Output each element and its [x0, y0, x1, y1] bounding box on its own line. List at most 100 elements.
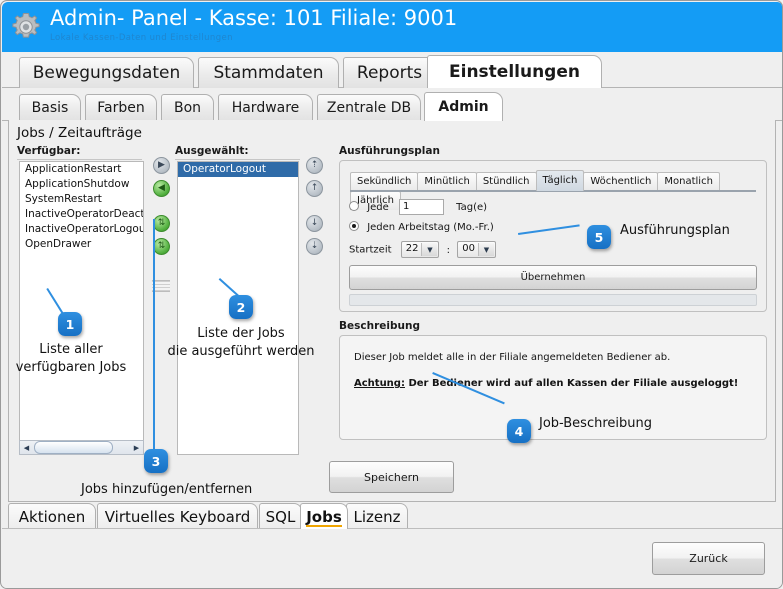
move-all-right-button[interactable]: ⇅: [153, 215, 170, 232]
active-tab-underline: [306, 525, 342, 527]
list-item[interactable]: OperatorLogout: [178, 162, 298, 177]
page-title: Jobs / Zeitaufträge: [17, 125, 142, 141]
tab-label: Lizenz: [353, 507, 401, 526]
app-title: Admin- Panel - Kasse: 101 Filiale: 9001: [50, 6, 458, 30]
gear-icon: [2, 2, 50, 52]
admin-panel-window: Admin- Panel - Kasse: 101 Filiale: 9001 …: [0, 0, 783, 589]
move-all-left-button[interactable]: ⇅: [153, 238, 170, 255]
move-left-button[interactable]: ◀: [153, 180, 170, 197]
callout-2-line-2: die ausgeführt werden: [167, 344, 315, 359]
list-item[interactable]: ApplicationRestart: [20, 162, 143, 177]
list-item[interactable]: SystemRestart: [20, 192, 143, 207]
move-down-button[interactable]: ↓: [306, 215, 323, 232]
callout-4: 4: [507, 419, 531, 443]
every-n-days-unit: Tag(e): [456, 202, 488, 213]
scroll-right-icon[interactable]: ▶: [130, 441, 143, 454]
tab-label: Hardware: [231, 100, 300, 116]
move-right-button[interactable]: ▶: [153, 157, 170, 174]
schedule-group-title: Ausführungsplan: [339, 145, 440, 157]
app-subtitle: Lokale Kassen-Daten und Einstellungen: [50, 33, 233, 43]
bottom-tab-virtuelles-keyboard[interactable]: Virtuelles Keyboard: [97, 503, 258, 529]
callout-3: 3: [144, 449, 168, 473]
tab-label: Admin: [438, 99, 489, 115]
list-item[interactable]: OpenDrawer: [20, 237, 143, 252]
time-separator: :: [446, 244, 451, 256]
available-label-text: Verfügbar:: [17, 145, 81, 157]
schedule-status-strip: [349, 294, 757, 306]
available-label: Verfügbar:: [17, 145, 142, 160]
apply-schedule-button[interactable]: Übernehmen: [349, 265, 757, 290]
bottom-tab-sql[interactable]: SQL: [259, 503, 302, 529]
start-time-row: Startzeit 22 ▼ : 00 ▼: [349, 241, 496, 258]
scroll-left-icon[interactable]: ◀: [20, 441, 33, 454]
start-hour-value: 22: [405, 243, 419, 254]
workday-radio[interactable]: [349, 221, 359, 231]
schedule-tab-woechentlich[interactable]: Wöchentlich: [583, 172, 659, 191]
tab-farben[interactable]: Farben: [85, 94, 157, 121]
callout-leader-3: [153, 219, 155, 456]
callout-5-label: Ausführungsplan: [620, 223, 730, 238]
callout-4-label: Job-Beschreibung: [539, 416, 652, 431]
every-n-days-radio[interactable]: [349, 201, 359, 211]
save-button-label: Speichern: [364, 470, 419, 484]
callout-1-label: Liste aller verfügbaren Jobs: [11, 341, 131, 377]
list-item[interactable]: InactiveOperatorDeactivatio: [20, 207, 143, 222]
schedule-tab-stuendlich[interactable]: Stündlich: [475, 172, 537, 191]
bottom-bar: Zurück: [2, 528, 782, 588]
tab-label: Basis: [31, 100, 69, 116]
description-warning-prefix: Achtung:: [354, 378, 405, 389]
callout-1: 1: [58, 312, 82, 336]
start-time-label: Startzeit: [349, 244, 392, 256]
available-list-hscrollbar[interactable]: ◀ ▶: [19, 440, 144, 455]
tab-label: Stammdaten: [213, 63, 324, 83]
tab-bewegungsdaten[interactable]: Bewegungsdaten: [19, 57, 194, 88]
tab-reports[interactable]: Reports: [343, 57, 436, 88]
bottom-tab-jobs[interactable]: Jobs: [300, 503, 348, 529]
move-to-bottom-button[interactable]: ⇣: [306, 238, 323, 255]
tab-label: Virtuelles Keyboard: [104, 507, 251, 526]
selected-label-text: Ausgewählt:: [175, 145, 249, 157]
list-item[interactable]: ApplicationShutdow: [20, 177, 143, 192]
start-minute-select[interactable]: 00 ▼: [457, 241, 496, 258]
chevron-down-icon[interactable]: ▼: [477, 243, 494, 256]
jobs-panel: Jobs / Zeitaufträge Verfügbar: Applicati…: [8, 120, 776, 502]
tab-basis[interactable]: Basis: [19, 94, 81, 121]
back-button[interactable]: Zurück: [652, 542, 765, 575]
every-n-days-label: Jede: [367, 202, 389, 213]
chevron-down-icon[interactable]: ▼: [421, 243, 438, 256]
list-item[interactable]: InactiveOperatorLogout: [20, 222, 143, 237]
bottom-tab-strip: Aktionen Virtuelles Keyboard SQL Jobs Li…: [8, 502, 776, 529]
start-minute-value: 00: [462, 243, 475, 254]
move-to-top-button[interactable]: ⇡: [306, 157, 323, 174]
tab-hardware[interactable]: Hardware: [218, 94, 313, 121]
sub-tab-strip: Basis Farben Bon Hardware Zentrale DB Ad…: [2, 88, 782, 121]
schedule-tab-minuetlich[interactable]: Minütlich: [417, 172, 477, 191]
tab-stammdaten[interactable]: Stammdaten: [198, 57, 339, 88]
callout-2-label: Liste der Jobs die ausgeführt werden: [161, 325, 321, 361]
move-up-button[interactable]: ↑: [306, 180, 323, 197]
bottom-tab-aktionen[interactable]: Aktionen: [8, 503, 96, 529]
description-line-1: Dieser Job meldet alle in der Filiale an…: [354, 352, 671, 363]
schedule-tab-taeglich[interactable]: Täglich: [535, 170, 585, 191]
every-n-days-row: Jede 1 Tag(e): [349, 199, 487, 215]
callout-1-line-2: verfügbaren Jobs: [15, 360, 127, 375]
every-n-days-input[interactable]: 1: [398, 199, 444, 215]
scrollbar-thumb[interactable]: [34, 441, 113, 454]
schedule-tab-sekuendlich[interactable]: Sekündlich: [350, 172, 419, 191]
tab-label: Farben: [97, 100, 145, 116]
available-jobs-list[interactable]: ApplicationRestart ApplicationShutdow Sy…: [19, 161, 144, 448]
tab-admin[interactable]: Admin: [424, 92, 503, 121]
bottom-tab-lizenz[interactable]: Lizenz: [346, 503, 408, 529]
tab-label: Aktionen: [18, 507, 86, 526]
start-hour-select[interactable]: 22 ▼: [400, 241, 440, 258]
workday-row: Jeden Arbeitstag (Mo.-Fr.): [349, 221, 494, 233]
tab-zentrale-db[interactable]: Zentrale DB: [317, 94, 421, 121]
tab-einstellungen[interactable]: Einstellungen: [427, 55, 602, 88]
tab-bon[interactable]: Bon: [161, 94, 214, 121]
schedule-tab-strip: Sekündlich Minütlich Stündlich Täglich Wöche…: [350, 170, 766, 210]
save-button[interactable]: Speichern: [329, 461, 454, 493]
schedule-tab-monatlich[interactable]: Monatlich: [657, 172, 720, 191]
tab-label: Zentrale DB: [326, 100, 412, 116]
tab-label: Reports: [356, 63, 423, 83]
tab-label: Bewegungsdaten: [32, 63, 181, 83]
